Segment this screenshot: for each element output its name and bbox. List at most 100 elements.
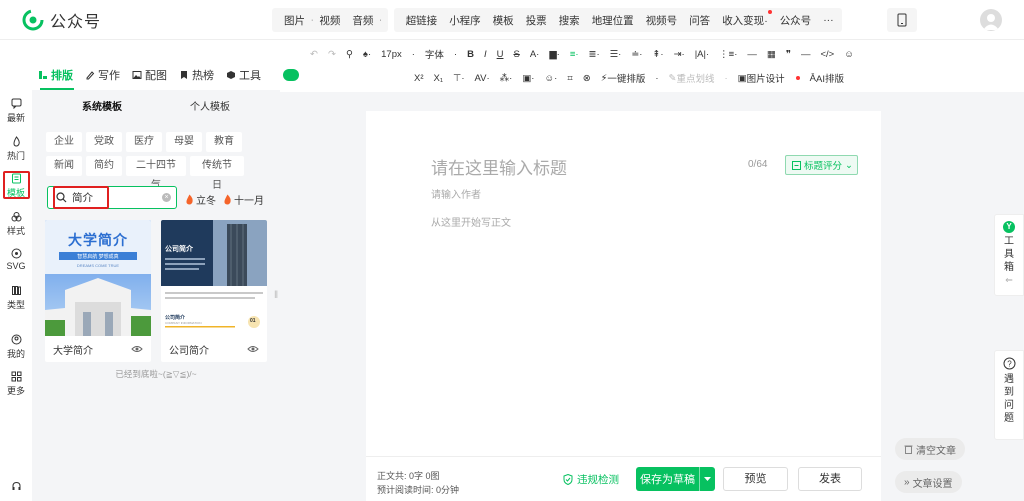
title-score-button[interactable]: 标题评分 ⌄ bbox=[785, 155, 858, 175]
hr-icon[interactable]: — bbox=[801, 49, 811, 60]
format-painter-icon[interactable]: ⚲ bbox=[346, 49, 353, 60]
compliance-check-button[interactable]: 违规检测 bbox=[563, 472, 619, 487]
indent-icon[interactable]: ⇥· bbox=[674, 49, 685, 60]
nav-video[interactable]: 视频 bbox=[313, 13, 346, 28]
italic-icon[interactable]: I bbox=[484, 49, 487, 60]
nav-template[interactable]: 模板 bbox=[487, 13, 520, 28]
nav-miniprogram[interactable]: 小程序 bbox=[443, 13, 487, 28]
highlight-line-button[interactable]: ✎ 重点划线 · bbox=[669, 71, 728, 86]
nav-vote[interactable]: 投票 bbox=[520, 13, 553, 28]
rail-item-style[interactable]: 样式 bbox=[0, 211, 32, 237]
nav-hyperlink[interactable]: 超链接 bbox=[400, 13, 444, 28]
body-input[interactable]: 从这里开始写正文 bbox=[431, 214, 511, 229]
subscript-icon[interactable]: X₁ bbox=[434, 73, 444, 84]
nav-monetize[interactable]: 收入变现· bbox=[716, 9, 774, 28]
tab-trending[interactable]: 热榜 bbox=[179, 67, 214, 83]
line-height-icon[interactable]: ⇞· bbox=[652, 49, 663, 60]
code-icon[interactable]: </> bbox=[820, 49, 834, 60]
tag-traditional-festivals[interactable]: 传统节日 bbox=[190, 156, 244, 191]
nav-more[interactable]: ··· bbox=[817, 14, 840, 26]
save-options-dropdown[interactable] bbox=[699, 467, 715, 491]
ai-format-button[interactable]: Ā AI排版 bbox=[810, 71, 854, 86]
tab-tools[interactable]: 工具 bbox=[226, 67, 261, 83]
nav-official-account[interactable]: 公众号 bbox=[774, 13, 818, 28]
magic-icon[interactable]: ⁂· bbox=[500, 73, 513, 84]
list-icon[interactable]: ⋮≡· bbox=[719, 49, 737, 60]
font-color-icon[interactable]: A· bbox=[530, 49, 540, 60]
image-design-button[interactable]: ▣ 图片设计 bbox=[738, 71, 800, 85]
tag-solar-terms[interactable]: 二十四节气 bbox=[126, 156, 186, 191]
redo-icon[interactable]: ↷ bbox=[328, 49, 336, 60]
author-input[interactable]: 请输入作者 bbox=[431, 186, 481, 201]
nav-search[interactable]: 搜索 bbox=[553, 13, 586, 28]
background-color-icon[interactable]: ▆· bbox=[549, 49, 559, 60]
align-center-icon[interactable]: ≣· bbox=[589, 49, 600, 60]
bold-icon[interactable]: B bbox=[467, 49, 474, 60]
superscript-icon[interactable]: X² bbox=[414, 73, 424, 84]
quote-icon[interactable]: ❞ bbox=[786, 49, 791, 60]
tab-layout[interactable]: 排版 bbox=[38, 67, 73, 83]
font-family-select[interactable]: 字体 · bbox=[425, 47, 457, 62]
html-icon[interactable]: ⌗ bbox=[567, 73, 572, 84]
nav-qa[interactable]: 问答 bbox=[683, 13, 716, 28]
support-button[interactable] bbox=[0, 481, 32, 494]
article-settings-button[interactable]: » 文章设置 bbox=[895, 471, 962, 493]
undo-icon[interactable]: ↶ bbox=[310, 49, 318, 60]
festival-lidong[interactable]: 立冬 bbox=[185, 192, 216, 207]
divider-icon[interactable]: — bbox=[747, 49, 757, 60]
rail-item-latest[interactable]: 最新 bbox=[0, 98, 32, 124]
panel-resize-handle[interactable]: ‖ bbox=[274, 290, 278, 304]
nav-channels[interactable]: 视频号 bbox=[640, 13, 684, 28]
justify-icon[interactable]: ≐· bbox=[631, 49, 642, 60]
clear-search-icon[interactable]: × bbox=[162, 193, 171, 202]
clear-article-button[interactable]: 清空文章 bbox=[895, 438, 965, 460]
avatar[interactable] bbox=[980, 9, 1002, 31]
preview-eye-icon[interactable] bbox=[247, 345, 259, 353]
insert-emoji-icon[interactable]: ☺· bbox=[544, 73, 557, 84]
save-draft-button[interactable]: 保存为草稿 bbox=[636, 467, 715, 491]
title-input[interactable]: 请在这里输入标题 bbox=[431, 154, 567, 179]
rail-item-hot[interactable]: 热门 bbox=[0, 136, 32, 162]
publish-button[interactable]: 发表 bbox=[798, 467, 862, 491]
plugin-toggle[interactable] bbox=[283, 69, 299, 81]
table-icon[interactable]: ▦ bbox=[767, 49, 776, 60]
rail-item-svg[interactable]: SVG bbox=[0, 248, 32, 271]
tab-image[interactable]: 配图 bbox=[132, 67, 167, 83]
subtab-personal-templates[interactable]: 个人模板 bbox=[190, 98, 230, 113]
tag-party[interactable]: 党政 bbox=[86, 132, 122, 152]
preview-eye-icon[interactable] bbox=[131, 345, 143, 353]
font-size-select[interactable]: 17px · bbox=[381, 49, 415, 60]
clear-format-icon[interactable]: ♠· bbox=[363, 49, 371, 60]
char-spacing-icon[interactable]: AV· bbox=[475, 73, 490, 84]
search-replace-icon[interactable]: ⊗ bbox=[583, 73, 591, 84]
nav-location[interactable]: 地理位置 bbox=[586, 13, 640, 28]
tag-minimal[interactable]: 简约 bbox=[86, 156, 122, 176]
nav-audio[interactable]: 音频 bbox=[346, 13, 379, 28]
paragraph-spacing-icon[interactable]: ⊤· bbox=[453, 73, 464, 84]
tag-medical[interactable]: 医疗 bbox=[126, 132, 162, 152]
tab-write[interactable]: 写作 bbox=[85, 67, 120, 83]
align-right-icon[interactable]: ☰· bbox=[610, 49, 622, 60]
rail-item-type[interactable]: 类型 bbox=[0, 285, 32, 311]
template-card-company[interactable]: 公司简介 公司简介 COMPANY INFORMATION 01 公司简介 bbox=[161, 220, 267, 362]
underline-icon[interactable]: U bbox=[497, 49, 504, 60]
rail-item-more[interactable]: 更多 bbox=[0, 371, 32, 397]
insert-image-icon[interactable]: ▣· bbox=[522, 73, 534, 84]
festival-november[interactable]: 十一月 bbox=[223, 192, 264, 207]
align-left-icon[interactable]: ≡· bbox=[570, 49, 579, 60]
phone-preview-button[interactable] bbox=[887, 8, 917, 32]
subtab-system-templates[interactable]: 系统模板 bbox=[82, 98, 122, 113]
help-side-tab[interactable]: ? 遇到问题 bbox=[994, 350, 1024, 440]
emoji-icon[interactable]: ☺ bbox=[844, 49, 854, 60]
rail-item-mine[interactable]: 我的 bbox=[0, 334, 32, 360]
tag-education[interactable]: 教育 bbox=[206, 132, 242, 152]
one-click-format-button[interactable]: ⚡ 一键排版 · bbox=[601, 71, 659, 86]
strikethrough-icon[interactable]: S bbox=[513, 49, 519, 60]
letter-spacing-icon[interactable]: |A|· bbox=[695, 49, 709, 60]
toolbox-side-tab[interactable]: Y 工具箱 ⇐ bbox=[994, 214, 1024, 296]
app-logo[interactable]: 公众号 bbox=[22, 8, 101, 32]
tag-news[interactable]: 新闻 bbox=[46, 156, 82, 176]
tag-enterprise[interactable]: 企业 bbox=[46, 132, 82, 152]
nav-image[interactable]: 图片 bbox=[278, 13, 311, 28]
preview-button[interactable]: 预览 bbox=[723, 467, 788, 491]
